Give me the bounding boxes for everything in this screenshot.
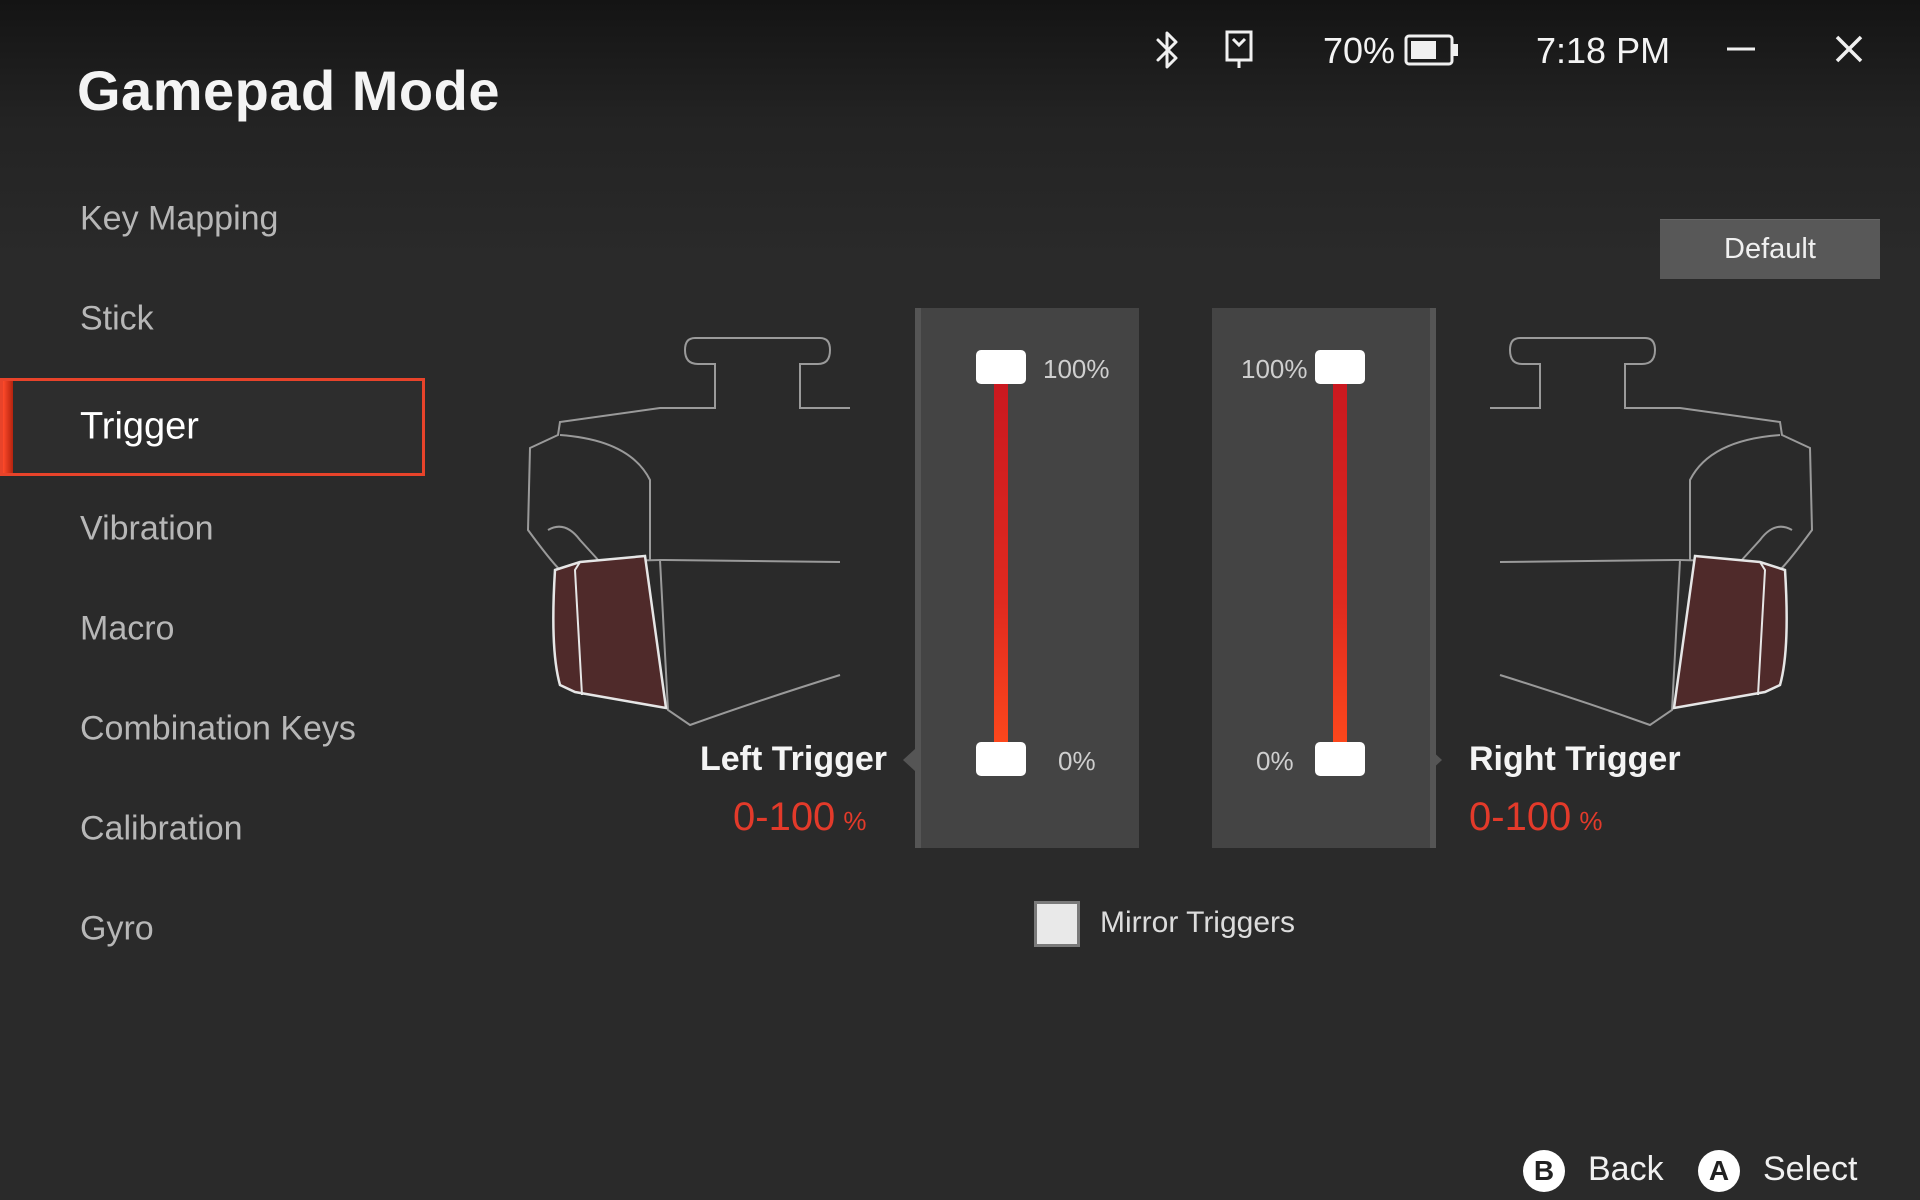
right-trigger-label: Right Trigger <box>1469 740 1681 778</box>
controller-icon <box>1222 28 1256 72</box>
left-trigger-illustration <box>520 330 850 745</box>
right-trigger-min-label: 0% <box>1256 746 1294 776</box>
minimize-icon[interactable] <box>1724 32 1758 66</box>
sidebar-item-combination-keys[interactable]: Combination Keys <box>0 680 425 778</box>
sidebar-item-label: Stick <box>80 299 154 338</box>
clock: 7:18 PM <box>1536 30 1671 71</box>
right-trigger-slider-panel: 100% 0% <box>1212 308 1436 848</box>
right-trigger-range: 0-100% <box>1469 795 1602 840</box>
sidebar-item-label: Trigger <box>80 405 199 448</box>
sidebar-item-label: Combination Keys <box>80 709 356 748</box>
right-trigger-max-label: 100% <box>1241 354 1308 384</box>
right-trigger-max-handle[interactable] <box>1315 350 1365 384</box>
mirror-triggers-label[interactable]: Mirror Triggers <box>1100 906 1295 940</box>
a-button-icon: A <box>1698 1150 1740 1192</box>
left-trigger-max-label: 100% <box>1043 354 1110 384</box>
right-trigger-track[interactable] <box>1333 368 1347 758</box>
left-trigger-range: 0-100% <box>733 795 866 840</box>
left-trigger-slider-panel: 100% 0% <box>915 308 1139 848</box>
back-button[interactable]: Back <box>1588 1150 1664 1189</box>
left-trigger-label: Left Trigger <box>700 740 888 778</box>
left-trigger-min-handle[interactable] <box>976 742 1026 776</box>
bluetooth-icon <box>1150 28 1184 72</box>
right-trigger-illustration <box>1490 330 1820 745</box>
left-trigger-max-handle[interactable] <box>976 350 1026 384</box>
sidebar-item-key-mapping[interactable]: Key Mapping <box>0 170 425 268</box>
left-trigger-min-label: 0% <box>1058 746 1096 776</box>
b-button-icon: B <box>1523 1150 1565 1192</box>
left-trigger-range-value: 0-100 <box>733 795 836 839</box>
sidebar-item-vibration[interactable]: Vibration <box>0 480 425 578</box>
sidebar-item-stick[interactable]: Stick <box>0 270 425 368</box>
close-icon[interactable] <box>1832 32 1866 66</box>
mirror-triggers-checkbox[interactable] <box>1034 901 1080 947</box>
right-panel-pointer <box>1430 749 1442 771</box>
sidebar-item-label: Key Mapping <box>80 199 279 238</box>
left-trigger-track[interactable] <box>994 368 1008 758</box>
sidebar-item-label: Macro <box>80 609 175 648</box>
sidebar-item-label: Vibration <box>80 509 214 548</box>
sidebar-item-gyro[interactable]: Gyro <box>0 880 425 978</box>
sidebar-item-label: Calibration <box>80 809 243 848</box>
right-trigger-range-unit: % <box>1579 806 1603 836</box>
battery-icon <box>1404 34 1460 66</box>
sidebar-item-trigger[interactable]: Trigger <box>0 378 425 476</box>
default-button[interactable]: Default <box>1660 219 1880 279</box>
select-button[interactable]: Select <box>1763 1150 1858 1189</box>
left-panel-pointer <box>903 749 915 771</box>
left-trigger-range-unit: % <box>843 806 867 836</box>
right-trigger-min-handle[interactable] <box>1315 742 1365 776</box>
sidebar-item-macro[interactable]: Macro <box>0 580 425 678</box>
right-trigger-range-value: 0-100 <box>1469 795 1572 839</box>
sidebar-item-calibration[interactable]: Calibration <box>0 780 425 878</box>
sidebar-item-label: Gyro <box>80 909 154 948</box>
battery-percent: 70% <box>1323 30 1396 71</box>
page-title: Gamepad Mode <box>77 59 500 122</box>
